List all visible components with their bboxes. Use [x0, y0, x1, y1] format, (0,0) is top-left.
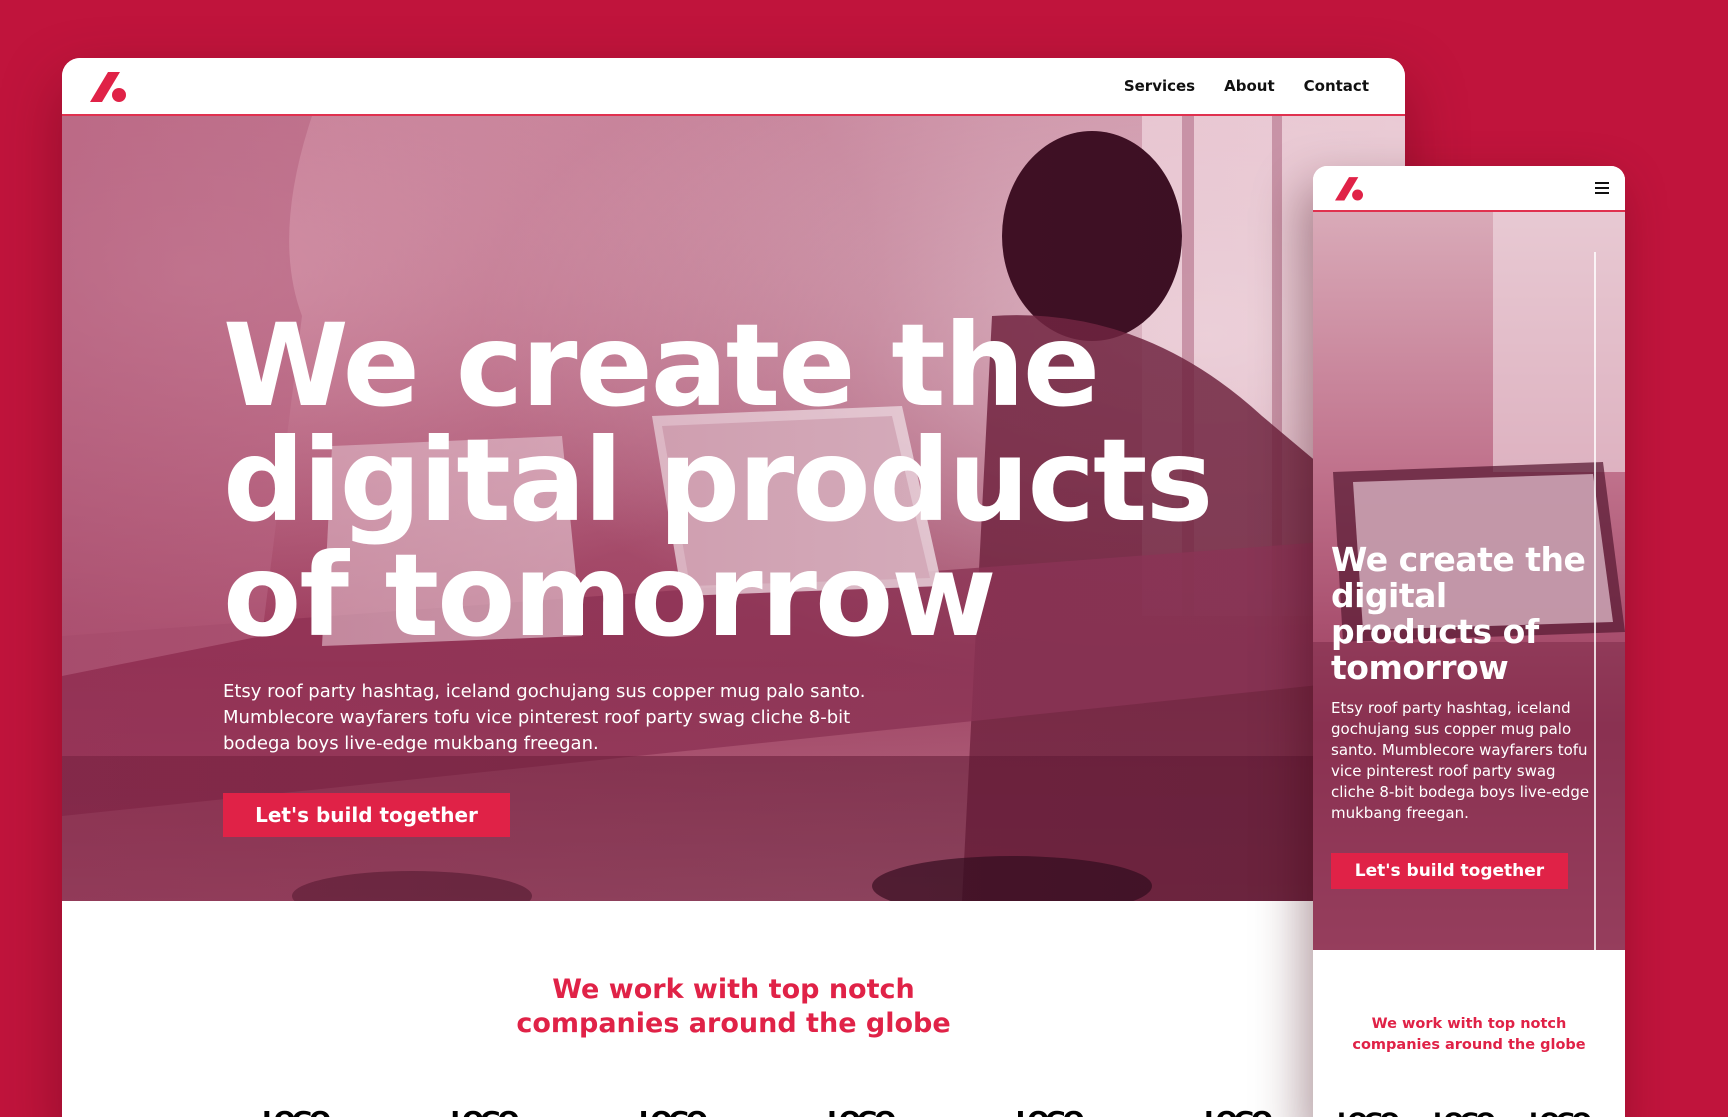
partner-logo: LOGO [1337, 1108, 1400, 1117]
mobile-hero-description: Etsy roof party hashtag, iceland gochuja… [1331, 699, 1590, 822]
mobile-navbar [1313, 166, 1625, 212]
desktop-hero: We create the digital products of tomorr… [62, 116, 1405, 901]
desktop-mockup: Services About Contact We create the dig… [62, 58, 1405, 1117]
partner-logo: LOGO [1204, 1107, 1273, 1117]
partner-logo: LOGO [1016, 1107, 1085, 1117]
brand-logo-icon[interactable] [1331, 174, 1367, 202]
hero-headline: We create the digital products of tomorr… [223, 299, 1213, 662]
partner-logos-row: LOGO LOGO LOGO LOGO LOGO LOGO [262, 1107, 1273, 1117]
nav-link-contact[interactable]: Contact [1304, 77, 1369, 95]
mobile-hero: We create the digital products of tomorr… [1313, 212, 1625, 950]
partner-logo: LOGO [262, 1107, 331, 1117]
partner-logo: LOGO [450, 1107, 519, 1117]
brand-logo-icon[interactable] [86, 68, 130, 104]
mobile-cta-button[interactable]: Let's build together [1331, 853, 1568, 889]
desktop-partners-section: We work with top notch companies around … [62, 901, 1405, 1117]
mobile-partners-heading: We work with top notch companies around … [1352, 1016, 1586, 1053]
partners-heading: We work with top notch companies around … [62, 973, 1405, 1041]
partners-heading-line1: We work with top notch [552, 974, 915, 1005]
mobile-hero-content: We create the digital products of tomorr… [1331, 542, 1606, 889]
mobile-partners-section: We work with top notch companies around … [1313, 950, 1625, 1117]
mobile-mockup: We create the digital products of tomorr… [1313, 166, 1625, 1117]
mobile-partner-logos-row: LOGO LOGO LOGO [1337, 1108, 1592, 1117]
nav-link-services[interactable]: Services [1124, 77, 1195, 95]
nav-link-about[interactable]: About [1224, 77, 1275, 95]
partner-logo: LOGO [639, 1107, 708, 1117]
partner-logo: LOGO [1433, 1108, 1496, 1117]
mobile-hero-headline: We create the digital products of tomorr… [1331, 540, 1586, 687]
partner-logo: LOGO [827, 1107, 896, 1117]
partner-logo: LOGO [1529, 1108, 1592, 1117]
hamburger-menu-icon[interactable] [1595, 182, 1609, 194]
desktop-nav-links: Services About Contact [1124, 77, 1369, 95]
cta-button[interactable]: Let's build together [223, 793, 510, 837]
hero-description: Etsy roof party hashtag, iceland gochuja… [223, 681, 866, 754]
partners-heading-line2: companies around the globe [516, 1008, 951, 1039]
desktop-navbar: Services About Contact [62, 58, 1405, 116]
desktop-hero-content: We create the digital products of tomorr… [223, 308, 1223, 837]
